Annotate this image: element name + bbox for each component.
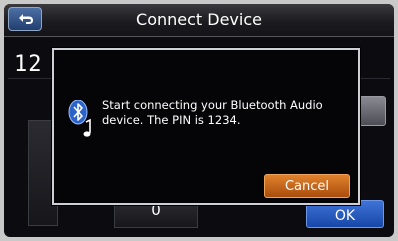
connect-dialog: Start connecting your Bluetooth Audio de… [52, 48, 360, 205]
bluetooth-audio-icon [68, 100, 91, 137]
title-bar: Connect Device [4, 4, 394, 37]
page-title: Connect Device [136, 10, 262, 29]
pin-entry-value: 12 [14, 52, 43, 77]
dialog-message: Start connecting your Bluetooth Audio de… [102, 98, 323, 127]
keypad-key[interactable] [356, 96, 386, 126]
cancel-button[interactable]: Cancel [264, 174, 350, 198]
screen: Connect Device 12 0 OK Start connecting … [4, 4, 394, 237]
